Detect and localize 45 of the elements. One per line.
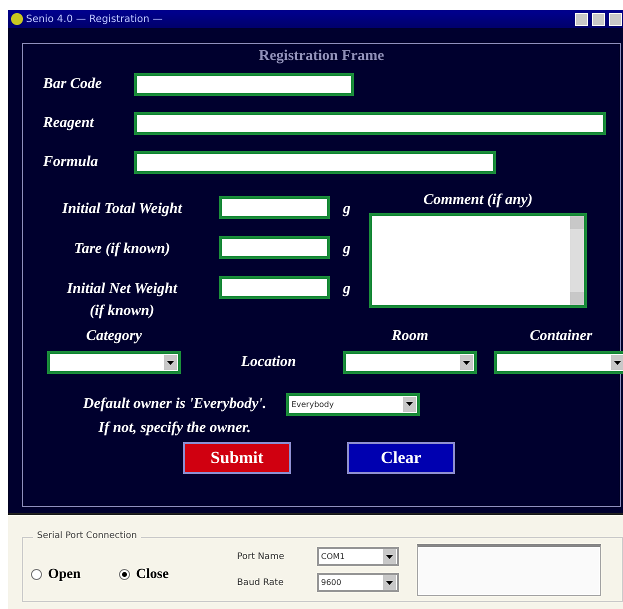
text-field[interactable] [134, 151, 496, 174]
field-label: Initial Total Weight [61, 200, 184, 219]
field-label: Reagent [43, 115, 96, 132]
maximize-button[interactable] [592, 12, 605, 26]
owner-note: If not, specify the owner. [97, 419, 252, 438]
scrollbar[interactable] [570, 216, 584, 305]
text-field[interactable] [219, 236, 330, 259]
text-field[interactable] [134, 73, 354, 96]
text-field[interactable] [219, 276, 330, 299]
field-label: Location [240, 354, 297, 372]
field-label: Bar Code [43, 76, 103, 93]
frame-title: Registration Frame [258, 47, 386, 65]
clear-button[interactable]: Clear [347, 442, 455, 474]
field-label: Baud Rate [237, 578, 285, 588]
unit-label: g [343, 200, 350, 219]
unit-label: g [343, 280, 350, 299]
field-label: Initial Net Weight (if known) [66, 280, 178, 321]
radio-icon[interactable] [119, 569, 130, 580]
window-title: Senio 4.0 — Registration — [26, 14, 164, 24]
field-label: Category [86, 328, 142, 345]
text-field[interactable] [134, 112, 606, 135]
field-label: Tare (if known) [72, 240, 172, 259]
owner-dropdown[interactable]: Everybody [286, 392, 420, 416]
field-label: Container [530, 328, 592, 345]
close-button[interactable] [609, 12, 622, 26]
text-field[interactable] [219, 196, 330, 219]
field-label: Formula [43, 154, 100, 171]
container-dropdown[interactable] [494, 351, 623, 374]
field-label: Comment (if any) [423, 192, 533, 209]
radio-icon[interactable] [31, 569, 42, 580]
radio-option[interactable]: Close [119, 566, 207, 582]
field-label: Port Name [237, 552, 286, 562]
room-dropdown[interactable] [343, 351, 477, 374]
port-name-dropdown[interactable]: COM1 [317, 547, 399, 566]
submit-button[interactable]: Submit [183, 442, 291, 474]
minimize-button[interactable] [575, 12, 588, 26]
comment-field[interactable] [369, 213, 587, 308]
baud-rate-dropdown[interactable]: 9600 [317, 573, 399, 592]
group-legend: Serial Port Connection [33, 531, 141, 541]
app-icon [11, 13, 23, 25]
unit-label: g [343, 240, 350, 259]
radio-option[interactable]: Open [31, 566, 119, 582]
category-dropdown[interactable] [47, 351, 181, 374]
field-label: Room [392, 328, 428, 345]
owner-note: Default owner is 'Everybody'. [83, 395, 266, 414]
